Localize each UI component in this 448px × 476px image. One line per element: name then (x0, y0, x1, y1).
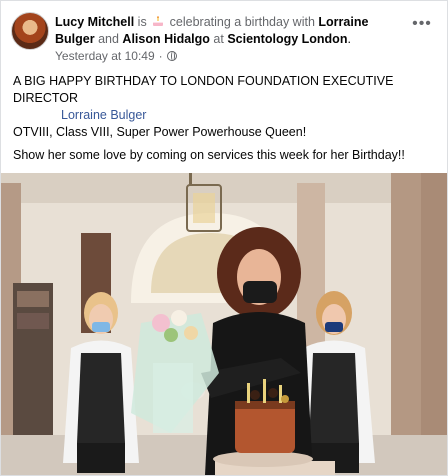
globe-icon[interactable] (166, 51, 177, 61)
activity-text: celebrating a birthday with (169, 15, 315, 29)
post-body: A BIG HAPPY BIRTHDAY TO LONDON FOUNDATIO… (13, 73, 439, 164)
location-link[interactable]: Scientology London (227, 32, 347, 46)
tag-link[interactable]: Lorraine Bulger (13, 107, 439, 124)
meta-separator: · (158, 49, 163, 63)
post-headline: Lucy Mitchell is celebrating a birthday … (55, 14, 395, 48)
post-meta: Yesterday at 10:49 · (55, 49, 177, 63)
post-line-1: A BIG HAPPY BIRTHDAY TO LONDON FOUNDATIO… (13, 74, 394, 105)
photo-illustration (1, 173, 447, 475)
post-line-2: OTVIII, Class VIII, Super Power Powerhou… (13, 125, 307, 139)
connector-is: is (137, 15, 147, 29)
post-line-3: Show her some love by coming on services… (13, 148, 405, 162)
author-avatar[interactable] (11, 12, 49, 50)
cake-icon (153, 16, 164, 26)
post-timestamp[interactable]: Yesterday at 10:49 (55, 49, 155, 63)
connector-at: at (213, 32, 224, 46)
headline-period: . (347, 32, 351, 46)
tagged-person-2[interactable]: Alison Hidalgo (122, 32, 210, 46)
more-options-icon[interactable]: ••• (411, 16, 433, 35)
connector-and: and (98, 32, 119, 46)
author-name[interactable]: Lucy Mitchell (55, 15, 134, 29)
post-card: Lucy Mitchell is celebrating a birthday … (0, 0, 448, 476)
post-photo[interactable] (1, 173, 447, 475)
post-header: Lucy Mitchell is celebrating a birthday … (1, 1, 447, 69)
